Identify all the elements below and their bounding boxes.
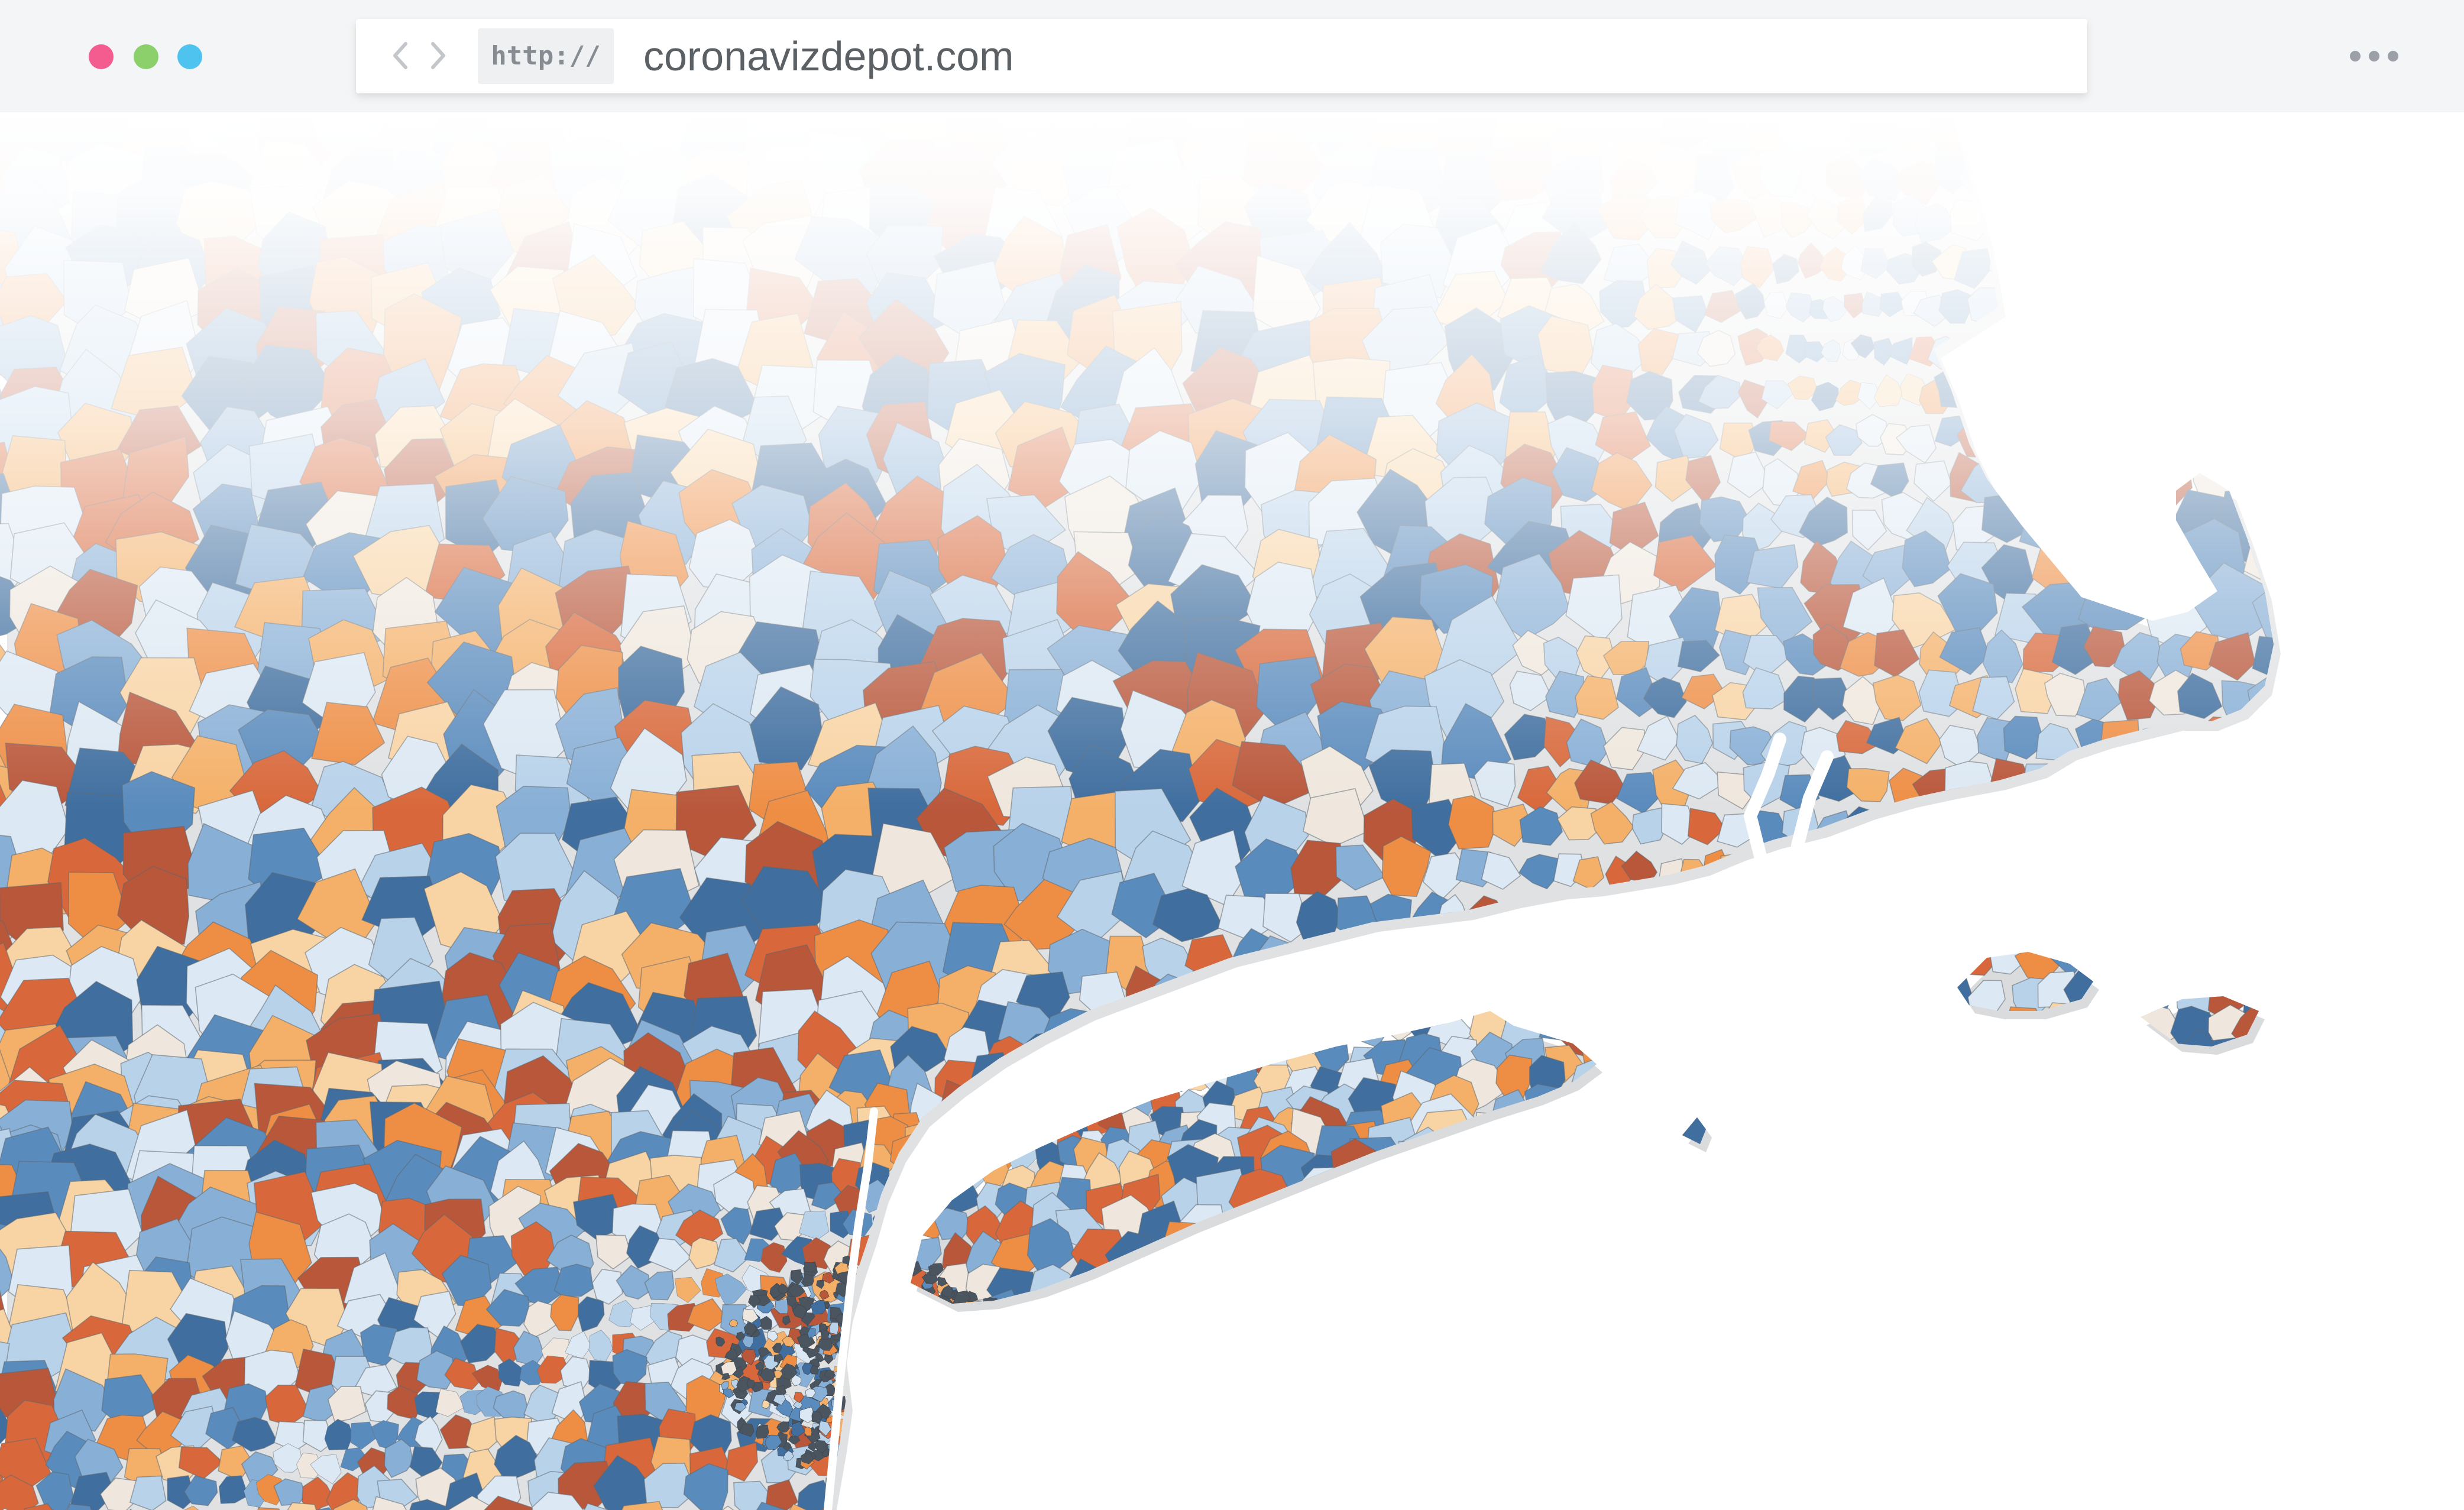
maximize-window-button[interactable] bbox=[177, 44, 202, 69]
browser-window: http:// coronavizdepot.com bbox=[0, 0, 2464, 1510]
more-horizontal-icon[interactable] bbox=[2348, 48, 2401, 64]
choropleth-map bbox=[0, 112, 2464, 1510]
url-scheme-label: http:// bbox=[478, 28, 614, 84]
chevron-right-icon[interactable] bbox=[423, 39, 452, 72]
page-content bbox=[0, 112, 2464, 1510]
close-window-button[interactable] bbox=[89, 44, 114, 69]
url-text[interactable]: coronavizdepot.com bbox=[643, 19, 1014, 93]
address-bar[interactable]: http:// coronavizdepot.com bbox=[356, 19, 2087, 93]
chevron-left-icon[interactable] bbox=[387, 39, 415, 72]
minimize-window-button[interactable] bbox=[134, 44, 158, 69]
top-fade-overlay bbox=[0, 112, 2464, 1510]
browser-toolbar: http:// coronavizdepot.com bbox=[0, 0, 2464, 112]
